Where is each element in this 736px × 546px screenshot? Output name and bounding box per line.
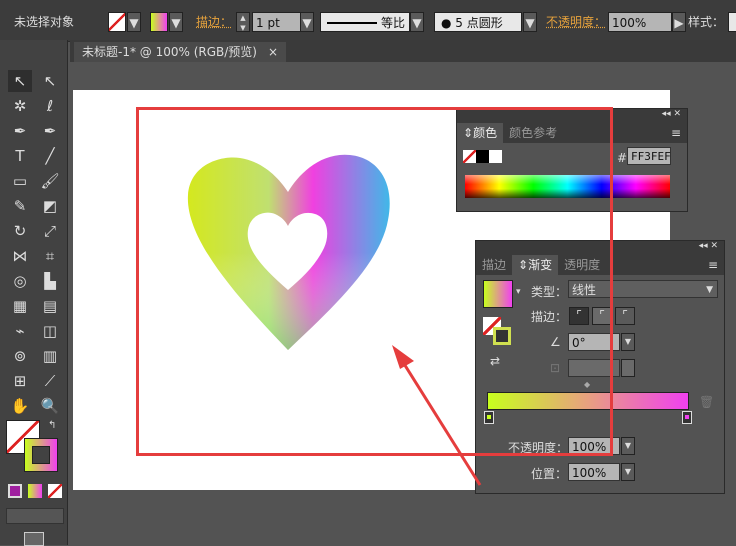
fill-swatch[interactable]: [108, 12, 126, 32]
location-input[interactable]: 100%: [568, 463, 620, 481]
rotate-tool-icon[interactable]: ↻: [8, 220, 32, 242]
stroke-swatch[interactable]: [150, 12, 168, 32]
tools-panel: ↖ ↖ ✲ ℓ ✒ ✒ T ╱ ▭ 🖌 ✎ ◩ ↻ ⤢ ⋈ ⌗ ◎ ▙ ▦ ▤ …: [0, 40, 68, 546]
fill-dropdown[interactable]: ▼: [127, 12, 141, 32]
free-transform-tool-icon[interactable]: ⌗: [38, 245, 62, 267]
style-swatch[interactable]: [728, 12, 736, 32]
selection-tool-icon[interactable]: ↖: [8, 70, 32, 92]
close-tab-icon[interactable]: ×: [268, 42, 278, 62]
hex-label: #: [617, 151, 628, 165]
gradient-stop-end[interactable]: [682, 411, 692, 424]
rectangle-tool-icon[interactable]: ▭: [8, 170, 32, 192]
annotation-arrow: [392, 345, 482, 486]
column-graph-tool-icon[interactable]: ▥: [38, 345, 62, 367]
brush-dropdown[interactable]: ▼: [523, 12, 537, 32]
type-tool-icon[interactable]: T: [8, 145, 32, 167]
drawing-mode-buttons[interactable]: [6, 508, 64, 524]
panel-menu-icon[interactable]: ≡: [606, 255, 724, 275]
pen-tool-icon[interactable]: ✒: [8, 120, 32, 142]
zoom-tool-icon[interactable]: 🔍: [38, 395, 62, 417]
line-tool-icon[interactable]: ╱: [38, 145, 62, 167]
curvature-tool-icon[interactable]: ✒: [38, 120, 62, 142]
location-dropdown[interactable]: ▼: [621, 463, 635, 481]
opacity-input[interactable]: 100%: [608, 12, 672, 32]
style-label: 样式：: [688, 15, 725, 29]
stroke-profile-dropdown[interactable]: ▼: [410, 12, 424, 32]
brush-label: 5 点圆形: [455, 16, 503, 30]
stroke-weight-dropdown[interactable]: ▼: [300, 12, 314, 32]
graph-tool-icon[interactable]: ▙: [38, 270, 62, 292]
hex-input[interactable]: FF3FEF: [627, 147, 671, 165]
swap-colors-icon[interactable]: ↰: [48, 420, 56, 431]
artboard-tool-icon[interactable]: ⊞: [8, 370, 32, 392]
color-mode-icon[interactable]: [8, 484, 22, 498]
document-tab[interactable]: 未标题-1* @ 100% (RGB/预览) ×: [74, 42, 286, 62]
angle-dropdown[interactable]: ▼: [621, 333, 635, 351]
eraser-tool-icon[interactable]: ◩: [38, 195, 62, 217]
magic-wand-tool-icon[interactable]: ✲: [8, 95, 32, 117]
delete-stop-icon[interactable]: 🗑: [699, 395, 714, 409]
control-bar: 未选择对象 ▼ ▼ 描边： ▲ ▼ 1 pt ▼ 等比 ▼ ● 5 点圆形 ▼ 不…: [0, 0, 736, 42]
scale-tool-icon[interactable]: ⤢: [38, 220, 62, 242]
stroke-profile-label: 等比: [381, 16, 406, 30]
brush-select[interactable]: ● 5 点圆形: [434, 12, 522, 32]
opacity-label[interactable]: 不透明度：: [546, 12, 606, 32]
stroke-weight-input[interactable]: 1 pt: [252, 12, 302, 32]
width-tool-icon[interactable]: ⋈: [8, 245, 32, 267]
mesh-tool-icon[interactable]: ▦: [8, 295, 32, 317]
document-tab-title: 未标题-1* @ 100% (RGB/预览): [82, 45, 257, 59]
eyedropper-tool-icon[interactable]: ⌁: [8, 320, 32, 342]
stroke-dropdown[interactable]: ▼: [169, 12, 183, 32]
hand-tool-icon[interactable]: ✋: [8, 395, 32, 417]
opacity-arrow[interactable]: ▶: [672, 12, 686, 32]
pencil-tool-icon[interactable]: ✎: [8, 195, 32, 217]
lasso-tool-icon[interactable]: ℓ: [38, 95, 62, 117]
stroke-stepper[interactable]: ▲ ▼: [236, 12, 250, 32]
symbol-sprayer-tool-icon[interactable]: ⊚: [8, 345, 32, 367]
direct-selection-tool-icon[interactable]: ↖: [38, 70, 62, 92]
selection-status: 未选择对象: [14, 15, 75, 29]
stroke-color-box[interactable]: [24, 438, 58, 472]
stroke-label[interactable]: 描边：: [196, 12, 232, 32]
none-mode-icon[interactable]: [48, 484, 62, 498]
stroke-across-button[interactable]: ⌜: [615, 307, 635, 325]
stroke-profile[interactable]: 等比: [320, 12, 410, 32]
slice-tool-icon[interactable]: ⟋: [38, 370, 62, 392]
gradient-tool-icon[interactable]: ▤: [38, 295, 62, 317]
line-preview: [327, 22, 377, 24]
opacity-dropdown[interactable]: ▼: [621, 437, 635, 455]
screen-mode-icon[interactable]: [24, 532, 44, 546]
paintbrush-tool-icon[interactable]: 🖌: [38, 170, 62, 192]
highlight-rectangle: [136, 107, 613, 456]
blend-tool-icon[interactable]: ◫: [38, 320, 62, 342]
shape-builder-tool-icon[interactable]: ◎: [8, 270, 32, 292]
brush-dot-icon: ●: [441, 16, 456, 30]
aspect-ratio-dropdown[interactable]: [621, 359, 635, 377]
gradient-mode-icon[interactable]: [28, 484, 42, 498]
location-label: 位置：: [531, 467, 568, 481]
